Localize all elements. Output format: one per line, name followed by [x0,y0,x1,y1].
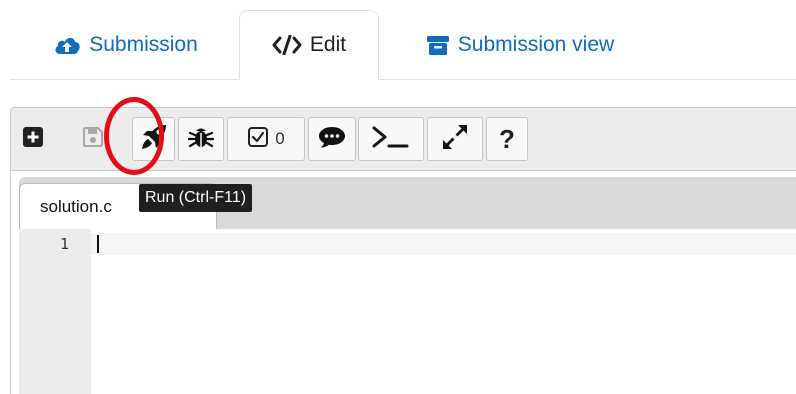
new-file-button[interactable] [15,117,51,161]
tab-submission-label: Submission [89,32,198,56]
evaluate-count: 0 [275,129,285,148]
speech-bubble-icon [318,125,346,154]
save-button[interactable] [75,117,111,161]
console-button[interactable] [358,117,424,161]
cloud-upload-icon [53,34,81,56]
active-line-highlight [91,233,796,255]
file-tab-bar: solution.c [19,177,796,229]
code-input-area[interactable] [91,229,796,394]
tab-submission[interactable]: Submission [28,10,223,79]
tab-submission-view[interactable]: Submission view [395,10,645,79]
help-button[interactable]: ? [486,117,528,161]
question-icon: ? [499,123,515,154]
rocket-icon [139,122,169,157]
editor-toolbar: 0 ? [10,107,796,171]
run-button[interactable] [132,117,175,161]
code-icon [272,35,302,55]
fullscreen-button[interactable] [427,117,483,161]
evaluate-button[interactable]: 0 [227,117,305,161]
text-cursor [97,235,99,253]
archive-icon [426,34,450,56]
line-number: 1 [59,235,69,253]
vpl-editor-page: Submission Edit Submission view 0 ? solu… [0,0,796,394]
check-square-icon [247,126,269,153]
bug-icon [187,124,215,155]
tab-edit[interactable]: Edit [239,10,379,80]
plus-square-icon [22,126,44,153]
floppy-disk-icon [82,126,104,153]
comments-button[interactable] [308,117,356,161]
debug-button[interactable] [178,117,224,161]
run-tooltip: Run (Ctrl-F11) [139,184,253,212]
tab-submission-view-label: Submission view [457,32,615,56]
line-number-gutter: 1 [19,229,91,394]
tab-divider [10,79,796,80]
tab-bar: Submission Edit Submission view [0,0,796,80]
code-editor: solution.c 1 [10,171,796,394]
tab-edit-label: Edit [309,33,347,56]
expand-icon [441,123,469,156]
terminal-icon [371,124,411,155]
file-tab-label: solution.c [40,196,112,216]
